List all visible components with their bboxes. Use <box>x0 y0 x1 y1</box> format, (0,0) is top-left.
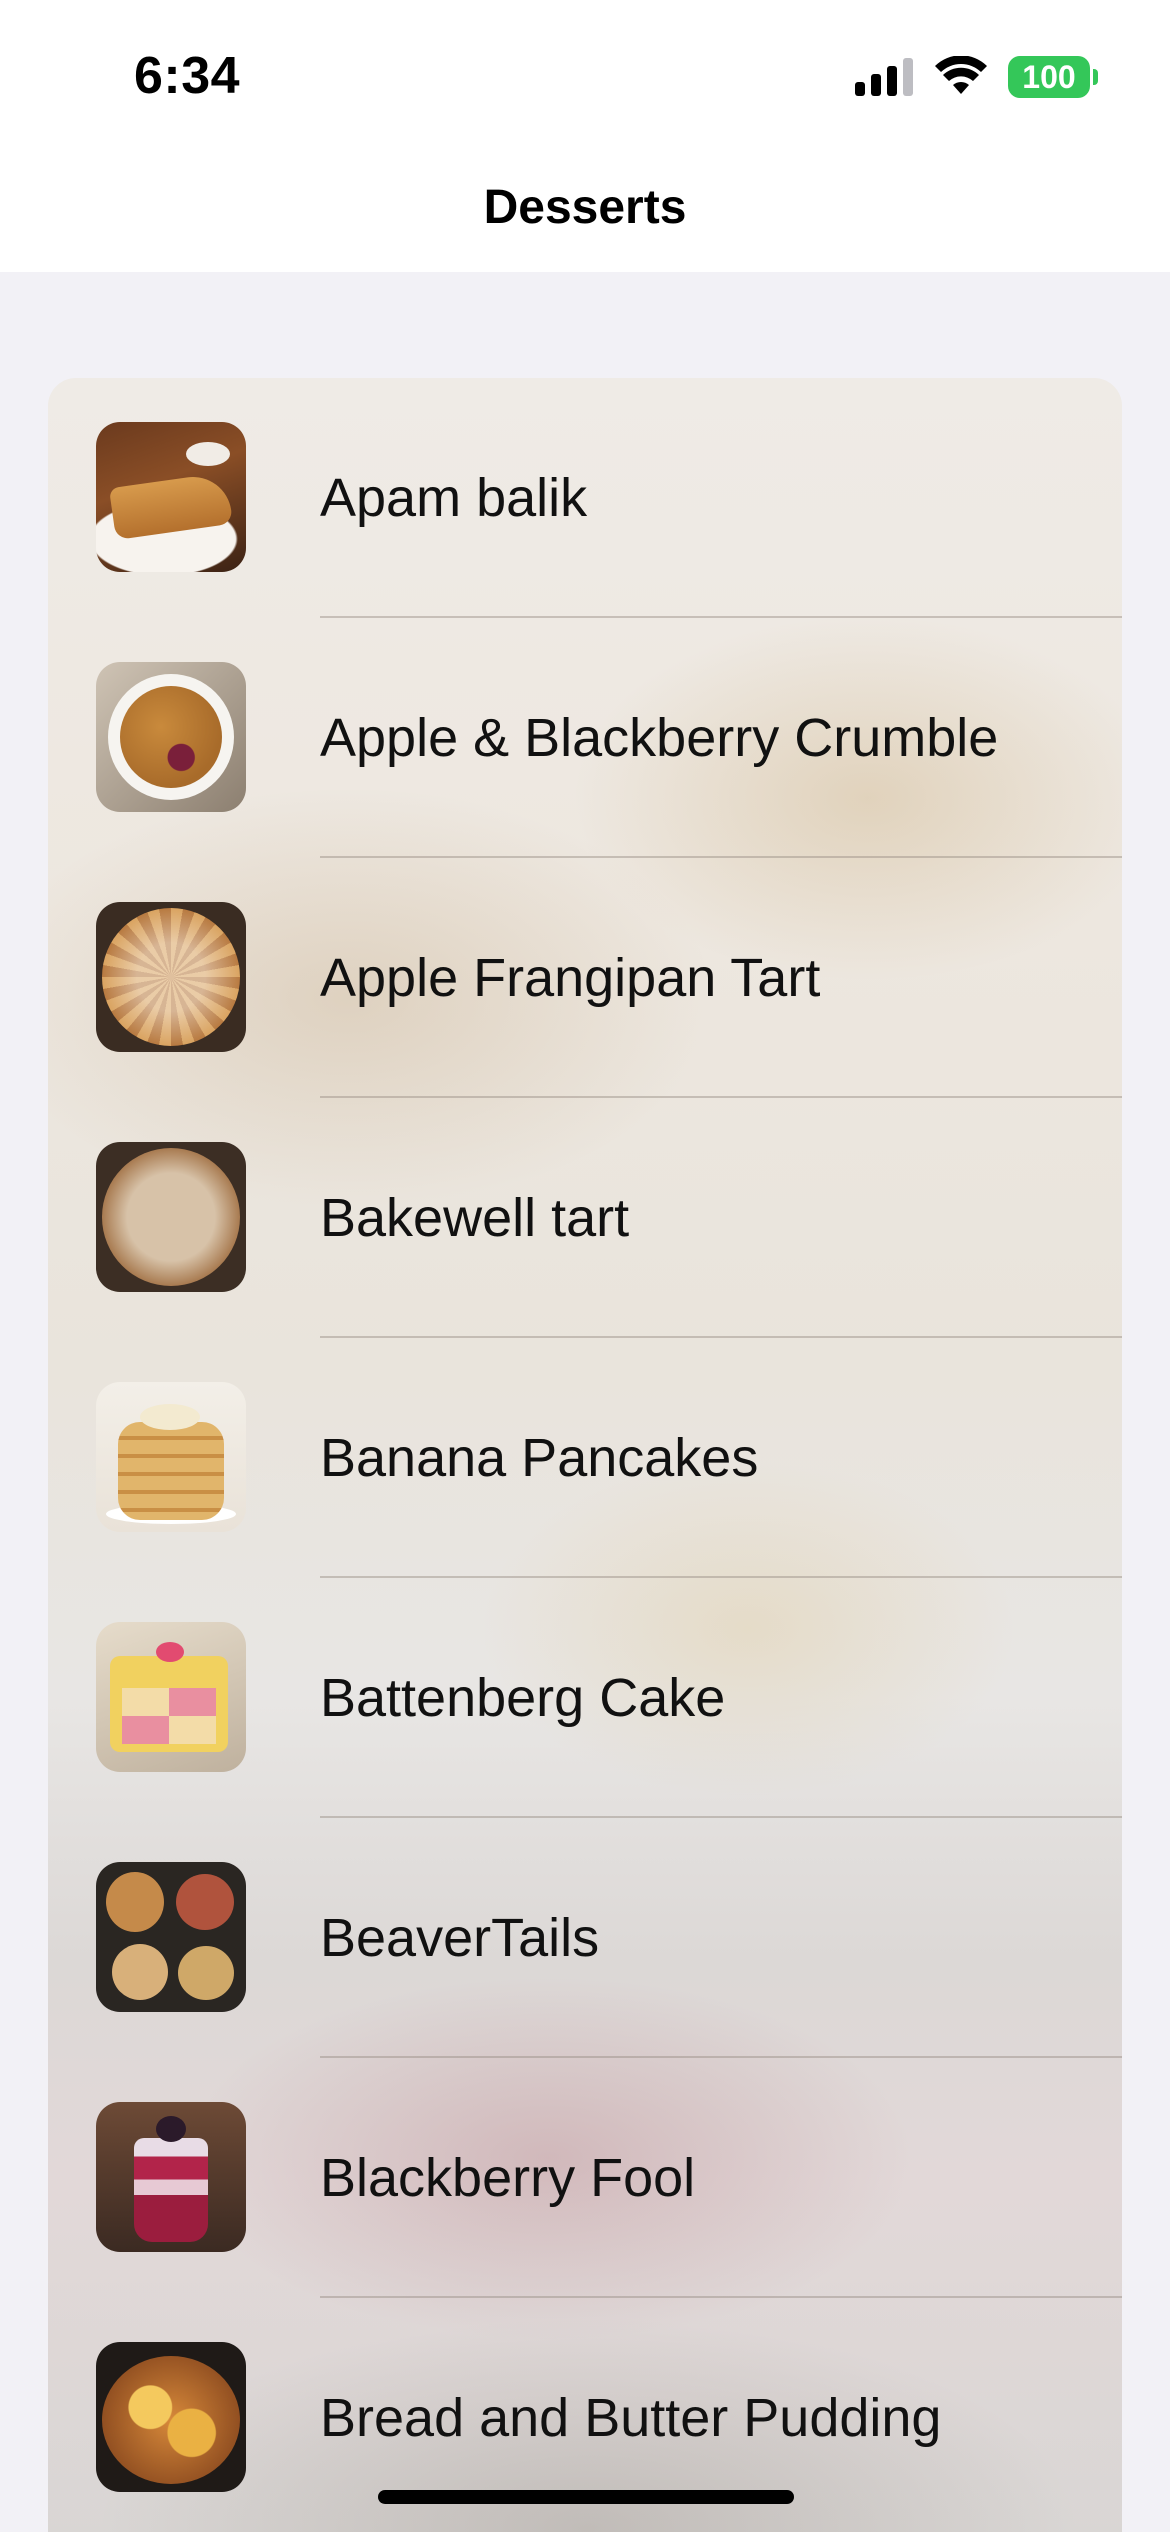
banana-pancakes-thumbnail <box>96 1382 246 1532</box>
navigation-bar: Desserts <box>0 150 1170 272</box>
beavertails-thumbnail <box>96 1862 246 2012</box>
list-item-label: Banana Pancakes <box>320 1428 759 1488</box>
list-item-battenberg-cake[interactable]: Battenberg Cake <box>48 1578 1122 1818</box>
desserts-list[interactable]: Apam balik Apple & Blackberry Crumble Ap… <box>48 378 1122 2532</box>
list-item-label: BeaverTails <box>320 1908 600 1968</box>
list-item-label: Battenberg Cake <box>320 1668 726 1728</box>
list-item-label: Apple Frangipan Tart <box>320 948 821 1008</box>
page-title: Desserts <box>483 181 687 234</box>
list-item-bakewell-tart[interactable]: Bakewell tart <box>48 1098 1122 1338</box>
battery-icon: 100 <box>1008 56 1098 98</box>
list-item-apple-frangipan-tart[interactable]: Apple Frangipan Tart <box>48 858 1122 1098</box>
apple-blackberry-crumble-thumbnail <box>96 662 246 812</box>
home-indicator[interactable] <box>378 2490 794 2504</box>
list-item-apam-balik[interactable]: Apam balik <box>48 378 1122 618</box>
list-item-label: Apam balik <box>320 468 588 528</box>
apple-frangipan-tart-thumbnail <box>96 902 246 1052</box>
list-item-beavertails[interactable]: BeaverTails <box>48 1818 1122 2058</box>
screen: 6:34 100 Desserts Apam balik Apple & Bla… <box>0 0 1170 2532</box>
list-item-label: Bread and Butter Pudding <box>320 2388 942 2448</box>
list-item-label: Bakewell tart <box>320 1188 630 1248</box>
bread-and-butter-pudding-thumbnail <box>96 2342 246 2492</box>
list-item-banana-pancakes[interactable]: Banana Pancakes <box>48 1338 1122 1578</box>
list-item-blackberry-fool[interactable]: Blackberry Fool <box>48 2058 1122 2298</box>
wifi-icon <box>935 56 987 94</box>
list-item-label: Apple & Blackberry Crumble <box>320 708 999 768</box>
status-bar: 6:34 100 <box>0 0 1170 150</box>
apam-balik-thumbnail <box>96 422 246 572</box>
bakewell-tart-thumbnail <box>96 1142 246 1292</box>
blackberry-fool-thumbnail <box>96 2102 246 2252</box>
battenberg-cake-thumbnail <box>96 1622 246 1772</box>
status-time: 6:34 <box>134 47 241 105</box>
cellular-signal-icon <box>855 58 913 96</box>
list-item-label: Blackberry Fool <box>320 2148 696 2208</box>
list-item-apple-blackberry-crumble[interactable]: Apple & Blackberry Crumble <box>48 618 1122 858</box>
